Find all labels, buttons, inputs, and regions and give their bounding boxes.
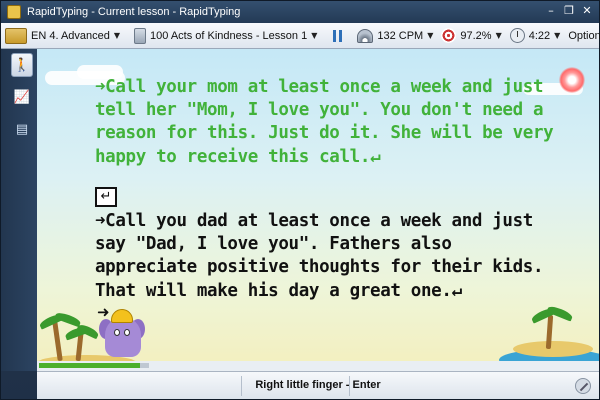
finger-hint: Right little finger - Enter [255,379,381,391]
toolbar: EN 4. Advanced ▼ 100 Acts of Kindness - … [1,23,600,49]
document-icon [134,27,147,44]
documents-icon: ▤ [15,121,29,137]
course-selector[interactable]: EN 4. Advanced ▼ [1,23,124,49]
chevron-down-icon: ▼ [427,31,434,40]
pending-text: ➜Call you dad at least once a week and j… [95,211,544,301]
target-icon [441,28,457,43]
accuracy-value: 97.2% [460,29,492,42]
accuracy-indicator[interactable]: 97.2% ▼ [437,23,505,49]
lesson-mode-button[interactable]: 🚶 [11,53,33,77]
sidebar: 🚶 📈 ▤ [1,49,37,371]
lesson-progress [37,361,599,371]
palm-island-right [489,297,599,371]
folder-icon [5,27,27,44]
time-indicator[interactable]: 4:22 ▼ [506,23,565,49]
sound-toggle-icon[interactable] [575,378,591,394]
chevron-down-icon: ▼ [554,31,561,40]
progress-fill [39,363,140,368]
lesson-label: 100 Acts of Kindness - Lesson 1 [150,29,308,42]
chevron-down-icon: ▼ [311,31,318,40]
enter-key-marker: ↵ [95,187,117,207]
chart-icon: 📈 [13,89,31,105]
pause-button[interactable] [327,23,347,49]
speedometer-icon [357,28,374,43]
app-icon [7,5,21,19]
time-value: 4:22 [528,29,551,42]
window-title: RapidTyping - Current lesson - RapidTypi… [27,6,241,18]
lesson-area[interactable]: ➜Call your mom at least once a week and … [37,49,599,371]
options-menu[interactable]: Options ▼ [564,23,600,49]
statistics-button[interactable]: 📈 [11,85,33,109]
speed-indicator[interactable]: 132 CPM ▼ [353,23,437,49]
chevron-down-icon: ▼ [495,31,502,40]
restore-icon[interactable]: ❐ [561,3,577,19]
status-bar: Right little finger - Enter [37,371,599,399]
minimize-icon[interactable]: – [543,3,559,19]
close-icon[interactable]: ✕ [579,3,595,19]
chevron-down-icon: ▼ [113,31,121,40]
pause-icon [331,29,343,43]
speed-value: 132 CPM [377,29,424,42]
lessons-editor-button[interactable]: ▤ [11,117,33,141]
sun-decoration [559,67,585,93]
lesson-selector[interactable]: 100 Acts of Kindness - Lesson 1 ▼ [130,23,321,49]
clock-icon [509,28,525,43]
options-label: Options [568,29,600,42]
walking-person-icon: 🚶 [13,57,31,73]
status-divider [349,376,350,396]
app-window: RapidTyping - Current lesson - RapidTypi… [0,0,600,400]
title-bar[interactable]: RapidTyping - Current lesson - RapidTypi… [1,1,599,23]
window-controls: – ❐ ✕ [543,3,595,21]
elephant-mascot [99,303,145,359]
course-label: EN 4. Advanced [31,29,110,42]
typed-text: ➜Call your mom at least once a week and … [95,77,554,167]
